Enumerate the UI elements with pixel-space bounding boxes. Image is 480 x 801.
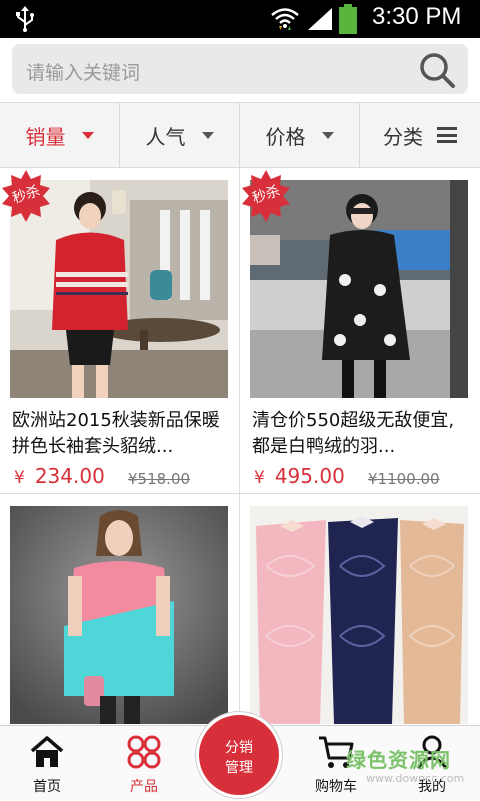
product-card[interactable]: 秒杀 欧洲站2015秋装新品保暖拼色长袖套头貂绒... ¥234.00 ¥518…	[0, 168, 240, 493]
clock: 3:30 PM	[372, 3, 462, 30]
products-icon	[127, 735, 161, 769]
menu-icon	[437, 127, 457, 143]
price-value: 495.00	[274, 464, 345, 488]
caret-down-icon	[321, 131, 334, 139]
signal-icon	[308, 8, 332, 30]
product-card[interactable]	[240, 494, 480, 725]
caret-down-icon	[201, 131, 214, 139]
sort-by-popularity[interactable]: 人气	[120, 103, 240, 167]
sort-label-price: 价格	[265, 124, 306, 149]
sort-bar: 销量 人气 价格 分类	[0, 102, 480, 168]
sort-by-sales[interactable]: 销量	[0, 103, 120, 167]
watermark-title: 绿色资源网	[346, 748, 451, 772]
original-price: ¥1100.00	[368, 470, 440, 488]
currency-symbol: ¥	[14, 468, 25, 488]
search-icon[interactable]	[418, 51, 456, 89]
product-image[interactable]	[250, 506, 468, 724]
wifi-icon	[271, 8, 299, 30]
center-button-line2: 管理	[225, 760, 253, 776]
sort-label-category: 分类	[383, 124, 423, 149]
currency-symbol: ¥	[254, 468, 265, 488]
product-price: ¥495.00	[254, 464, 345, 488]
nav-home[interactable]: 首页	[2, 726, 92, 801]
sort-label-sales: 销量	[25, 124, 66, 149]
search-placeholder: 请输入关键词	[26, 62, 141, 84]
watermark-url: www.downcc.com	[366, 772, 465, 785]
search-bar: 请输入关键词	[0, 38, 480, 102]
product-price: ¥234.00	[14, 464, 105, 488]
sort-by-price[interactable]: 价格	[240, 103, 360, 167]
product-image[interactable]	[10, 506, 228, 724]
nav-products-label: 产品	[130, 779, 158, 795]
product-grid: 秒杀 欧洲站2015秋装新品保暖拼色长袖套头貂绒... ¥234.00 ¥518…	[0, 168, 480, 725]
center-button-line1: 分销	[225, 740, 253, 756]
usb-icon	[16, 6, 34, 32]
product-title[interactable]: 清仓价550超级无敌便宜,都是白鸭绒的羽...	[252, 408, 470, 460]
search-input[interactable]: 请输入关键词	[12, 44, 468, 94]
caret-down-icon	[81, 131, 94, 139]
distribution-management-button[interactable]: 分销 管理	[196, 712, 282, 798]
price-value: 234.00	[34, 464, 105, 488]
sort-label-popularity: 人气	[145, 124, 186, 149]
product-card[interactable]	[0, 494, 240, 725]
product-card[interactable]: 秒杀 清仓价550超级无敌便宜,都是白鸭绒的羽... ¥495.00 ¥1100…	[240, 168, 480, 493]
product-title[interactable]: 欧洲站2015秋装新品保暖拼色长袖套头貂绒...	[12, 408, 230, 460]
watermark: 绿色资源网 www.downcc.com	[340, 744, 480, 794]
battery-icon	[339, 4, 357, 34]
sort-by-category[interactable]: 分类	[360, 103, 480, 167]
original-price: ¥518.00	[128, 470, 191, 488]
status-bar: 3:30 PM	[0, 0, 480, 38]
home-icon	[30, 736, 64, 767]
nav-products[interactable]: 产品	[99, 726, 189, 801]
nav-home-label: 首页	[33, 779, 61, 795]
